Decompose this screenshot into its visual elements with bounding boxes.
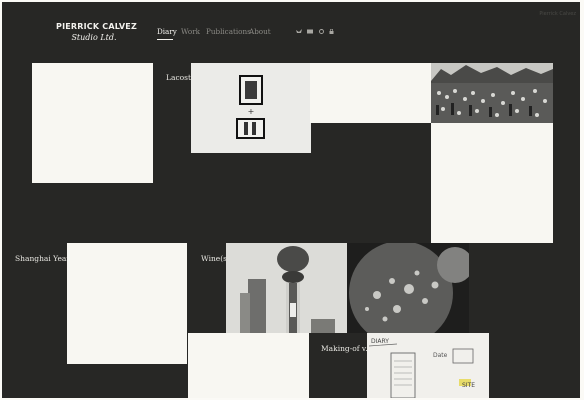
nav-diary[interactable]: Diary (157, 27, 177, 36)
post-thumbnail-placeholder[interactable] (32, 63, 153, 183)
nav-active-underline (157, 39, 173, 40)
post-card-placeholder-large[interactable] (431, 123, 553, 243)
post-title-making-of[interactable]: Making-of v.5 (321, 344, 372, 353)
post-card-lacoste-placeholder[interactable] (310, 63, 432, 123)
top-right-link[interactable]: Pierrick Calvez (539, 11, 576, 17)
twitter-icon[interactable] (296, 29, 302, 34)
circle-icon[interactable] (319, 29, 324, 34)
site-frame: Pierrick Calvez PIERRICK CALVEZ Studio L… (2, 2, 580, 398)
wine-glass-photo[interactable] (347, 243, 469, 333)
nav-about[interactable]: About (249, 27, 271, 36)
lacoste-photo[interactable]: + (191, 63, 311, 153)
svg-text:+: + (248, 107, 255, 116)
sketch-note: Date (433, 352, 448, 359)
brand-name[interactable]: PIERRICK CALVEZ (56, 22, 137, 31)
crowd-photo[interactable] (431, 63, 553, 123)
shanghai-thumbnail-placeholder[interactable] (67, 243, 187, 364)
sketch-heading: DIARY (371, 338, 389, 345)
nav-work[interactable]: Work (181, 27, 200, 36)
wine-card-placeholder[interactable] (188, 333, 309, 398)
sketch-tag: SITE (462, 382, 475, 389)
brand-subtitle[interactable]: Studio Ltd. (56, 33, 132, 42)
mail-icon[interactable] (307, 29, 313, 34)
lock-icon[interactable] (329, 29, 334, 34)
nav-publications[interactable]: Publications (206, 27, 251, 36)
shanghai-tower-photo[interactable] (226, 243, 347, 333)
making-of-sketch-photo[interactable]: DIARY Date SITE (367, 333, 489, 398)
